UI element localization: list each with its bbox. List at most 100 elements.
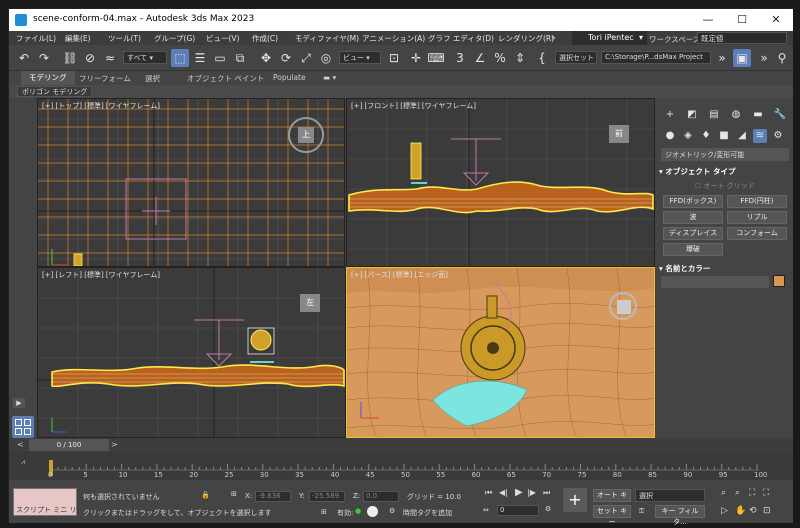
pin-icon[interactable]: ⚲ bbox=[773, 49, 791, 67]
maximize-viewport-icon[interactable]: ⊡ bbox=[763, 506, 771, 516]
tab-populate[interactable]: Populate bbox=[273, 73, 306, 82]
time-slider-thumb[interactable]: 0 / 100 bbox=[29, 439, 109, 451]
workspace-dropdown[interactable]: 既定値 bbox=[697, 32, 787, 44]
orbit-icon[interactable]: ⟲ bbox=[749, 506, 757, 516]
set-key-big-icon[interactable]: + bbox=[563, 488, 587, 512]
cameras-icon[interactable]: ■ bbox=[717, 129, 731, 143]
shapes-icon[interactable]: ◈ bbox=[681, 129, 695, 143]
utilities-tab-icon[interactable]: 🔧 bbox=[773, 108, 787, 122]
key-mode-icon[interactable]: ⇔ bbox=[483, 506, 489, 514]
snap-toggle-icon[interactable]: 3 bbox=[451, 49, 469, 67]
isolate-icon[interactable]: ⊞ bbox=[321, 508, 327, 516]
select-object-icon[interactable]: ⬚ bbox=[171, 49, 189, 67]
viewport-front-label[interactable]: [+] [フロント] [標準] [ワイヤフレーム] bbox=[351, 101, 476, 111]
viewport-left[interactable]: [+] [レフト] [標準] [ワイヤフレーム] 左 bbox=[37, 267, 346, 438]
viewport-top[interactable]: [+] [トップ] [標準] [ワイヤフレーム] 上 bbox=[37, 98, 345, 267]
menu-edit[interactable]: 編集(E) bbox=[65, 33, 91, 44]
toolbar-more-icon[interactable]: » bbox=[713, 49, 731, 67]
menu-animation[interactable]: アニメーション(A) bbox=[362, 33, 425, 44]
key-icon[interactable]: ⚿ bbox=[639, 507, 644, 516]
edit-named-sets-icon[interactable]: { bbox=[533, 49, 551, 67]
add-time-tag[interactable]: 時間タグを追加 bbox=[403, 508, 452, 518]
set-key-button[interactable]: セット キー bbox=[593, 505, 631, 526]
selection-set-dropdown[interactable]: 選択セット bbox=[555, 51, 597, 64]
menu-view[interactable]: ビュー(V) bbox=[206, 33, 239, 44]
pan-icon[interactable]: ✋ bbox=[735, 506, 746, 516]
spinner-snap-icon[interactable]: ⇕ bbox=[511, 49, 529, 67]
zoom-all-icon[interactable]: ⌕ bbox=[735, 488, 740, 498]
menu-tools[interactable]: ツール(T) bbox=[108, 33, 141, 44]
play-icon[interactable]: ▶ bbox=[515, 487, 523, 498]
z-coord-field[interactable]: 0.0 bbox=[363, 491, 399, 502]
name-color-rollout[interactable]: ▾ 名前とカラー bbox=[655, 263, 793, 275]
maxscript-listener[interactable]: スクリプト ミニ リス bbox=[13, 488, 77, 516]
ribbon-options-icon[interactable]: ▬ ▾ bbox=[323, 73, 336, 82]
rect-selection-icon[interactable]: ▭ bbox=[211, 49, 229, 67]
goto-start-icon[interactable]: ⏮ bbox=[485, 488, 492, 498]
key-selection-dropdown[interactable]: 選択 bbox=[635, 489, 705, 502]
rotate-icon[interactable]: ⟳ bbox=[277, 49, 295, 67]
conform-button[interactable]: コンフォーム bbox=[727, 227, 787, 240]
helpers-icon[interactable]: ◢ bbox=[735, 129, 749, 143]
spacewarps-icon[interactable]: ≋ bbox=[753, 129, 767, 143]
viewcube-left-face[interactable]: 左 bbox=[300, 294, 320, 312]
current-frame-field[interactable]: 0 bbox=[497, 505, 539, 516]
viewport-left-label[interactable]: [+] [レフト] [標準] [ワイヤフレーム] bbox=[42, 270, 160, 280]
track-bar[interactable]: ⩘ 0 5 10 15 20 25 30 35 40 45 50 55 60 65 70 75 80 85 90 95… bbox=[9, 452, 793, 480]
object-type-rollout[interactable]: ▾ オブジェクト タイプ bbox=[655, 166, 793, 178]
viewport-perspective-label[interactable]: [+] [パース] [標準] [エッジ面] bbox=[351, 270, 448, 280]
keyboard-shortcut-icon[interactable]: ⌨ bbox=[427, 49, 445, 67]
toolbar-more-right-icon[interactable]: » bbox=[755, 49, 773, 67]
undo-icon[interactable]: ↶ bbox=[15, 49, 33, 67]
menu-rendering[interactable]: レンダリング(R) bbox=[498, 33, 554, 44]
workspace-selector[interactable]: ワークスペース: 既定値 bbox=[649, 32, 789, 44]
ripple-button[interactable]: リプル bbox=[727, 211, 787, 224]
autogrid-checkbox[interactable]: ☐ オート グリッド bbox=[695, 181, 755, 191]
ffd-cyl-button[interactable]: FFD(円柱) bbox=[727, 195, 787, 208]
displace-button[interactable]: ディスプレイス bbox=[663, 227, 723, 240]
viewport-top-label[interactable]: [+] [トップ] [標準] [ワイヤフレーム] bbox=[42, 101, 160, 111]
lights-icon[interactable]: ♦ bbox=[699, 129, 713, 143]
menu-more-icon[interactable]: » bbox=[551, 33, 556, 42]
tab-freeform[interactable]: フリーフォーム bbox=[79, 73, 131, 84]
systems-icon[interactable]: ⚙ bbox=[771, 129, 785, 143]
object-name-field[interactable] bbox=[661, 276, 769, 288]
prev-frame-icon[interactable]: ◀| bbox=[499, 488, 508, 497]
menu-group[interactable]: グループ(G) bbox=[154, 33, 195, 44]
viewcube-perspective[interactable] bbox=[609, 292, 637, 320]
viewport-perspective[interactable]: [+] [パース] [標準] [エッジ面] bbox=[346, 267, 655, 438]
menu-create[interactable]: 作成(C) bbox=[252, 33, 278, 44]
menu-modifiers[interactable]: モディファイヤ(M) bbox=[295, 33, 359, 44]
hierarchy-tab-icon[interactable]: ▤ bbox=[707, 108, 721, 122]
ffd-box-button[interactable]: FFD(ボックス) bbox=[663, 195, 723, 208]
display-tab-icon[interactable]: ▬ bbox=[751, 108, 765, 122]
select-by-name-icon[interactable]: ☰ bbox=[191, 49, 209, 67]
viewport-layout-icon[interactable] bbox=[12, 416, 34, 438]
project-path-field[interactable]: C:\Storage\P...dsMax Project bbox=[601, 51, 711, 64]
y-coord-field[interactable]: -25.589 bbox=[309, 491, 345, 502]
select-manipulate-icon[interactable]: ✛ bbox=[407, 49, 425, 67]
auto-key-button[interactable]: オート キー bbox=[593, 489, 631, 510]
zoom-extents-icon[interactable]: ⛶ bbox=[749, 488, 755, 498]
zoom-extents-all-icon[interactable]: ⛶ bbox=[763, 488, 769, 498]
unlink-icon[interactable]: ⊘ bbox=[81, 49, 99, 67]
lock-icon[interactable]: 🔒 bbox=[201, 491, 210, 499]
time-prev-icon[interactable]: < bbox=[17, 440, 27, 450]
percent-snap-icon[interactable]: % bbox=[491, 49, 509, 67]
wave-button[interactable]: 波 bbox=[663, 211, 723, 224]
move-icon[interactable]: ✥ bbox=[257, 49, 275, 67]
bind-spacewarp-icon[interactable]: ≈ bbox=[101, 49, 119, 67]
scale-icon[interactable]: ⤢ bbox=[297, 49, 315, 67]
reference-coord-dropdown[interactable]: ビュー ▾ bbox=[339, 51, 381, 64]
absolute-mode-icon[interactable]: ⊞ bbox=[231, 490, 237, 498]
redo-icon[interactable]: ↷ bbox=[35, 49, 53, 67]
time-next-icon[interactable]: > bbox=[111, 440, 121, 450]
motion-tab-icon[interactable]: ◍ bbox=[729, 108, 743, 122]
angle-snap-icon[interactable]: ∠ bbox=[471, 49, 489, 67]
close-button[interactable]: ✕ bbox=[759, 9, 793, 31]
next-frame-icon[interactable]: |▶ bbox=[527, 488, 536, 497]
zoom-icon[interactable]: ⌕ bbox=[721, 488, 726, 498]
minimize-button[interactable]: — bbox=[691, 9, 725, 31]
viewcube-top[interactable]: 上 bbox=[288, 117, 324, 153]
goto-end-icon[interactable]: ⏭ bbox=[543, 488, 550, 498]
